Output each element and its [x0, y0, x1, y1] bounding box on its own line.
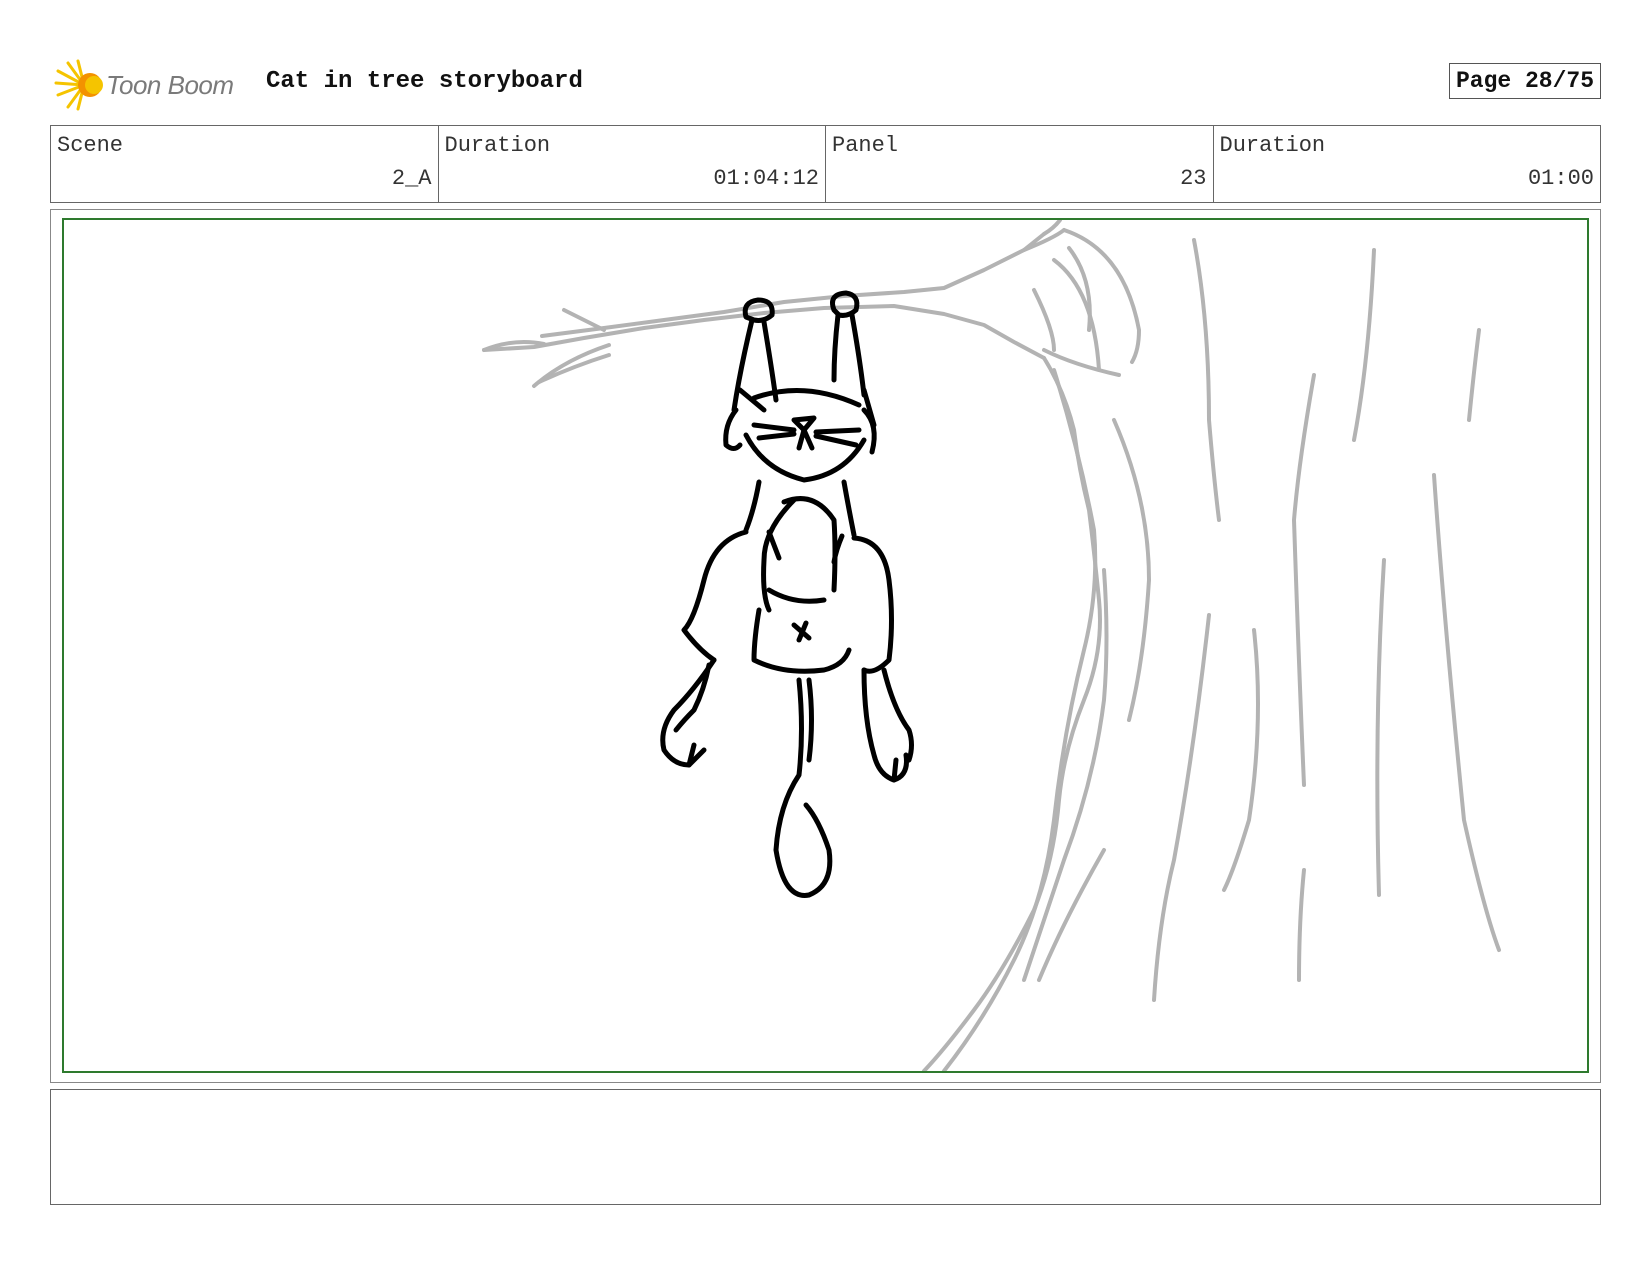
cat-sketch [660, 290, 914, 898]
storyboard-header: Toon Boom Cat in tree storyboard Page 28… [50, 55, 1601, 111]
scene-cell: Scene 2_A [51, 126, 439, 202]
panel-duration-value: 01:00 [1527, 166, 1594, 191]
panel-cell: Panel 23 [826, 126, 1214, 202]
scene-duration-value: 01:04:12 [713, 166, 819, 191]
scene-label: Scene [57, 133, 124, 158]
page-indicator: Page 28/75 [1448, 63, 1601, 99]
panel-notes[interactable] [50, 1089, 1601, 1205]
starburst-icon [54, 59, 103, 111]
panel-duration-cell: Duration 01:00 [1214, 126, 1601, 202]
panel-duration-label: Duration [1219, 133, 1326, 158]
panel-frame [50, 209, 1601, 1083]
panel-info-row: Scene 2_A Duration 01:04:12 Panel 23 Dur… [50, 125, 1601, 203]
panel-drawing-area [62, 218, 1589, 1073]
logo-text: Toon Boom [106, 69, 234, 100]
scene-duration-label: Duration [444, 133, 551, 158]
scene-value: 2_A [391, 166, 432, 191]
panel-sketch [482, 220, 1501, 1071]
panel-label: Panel [832, 133, 899, 158]
toon-boom-logo: Toon Boom [54, 59, 234, 111]
document-title: Cat in tree storyboard [266, 68, 583, 95]
scene-duration-cell: Duration 01:04:12 [439, 126, 826, 202]
panel-value: 23 [1180, 166, 1207, 191]
tree-sketch [482, 220, 1501, 1071]
